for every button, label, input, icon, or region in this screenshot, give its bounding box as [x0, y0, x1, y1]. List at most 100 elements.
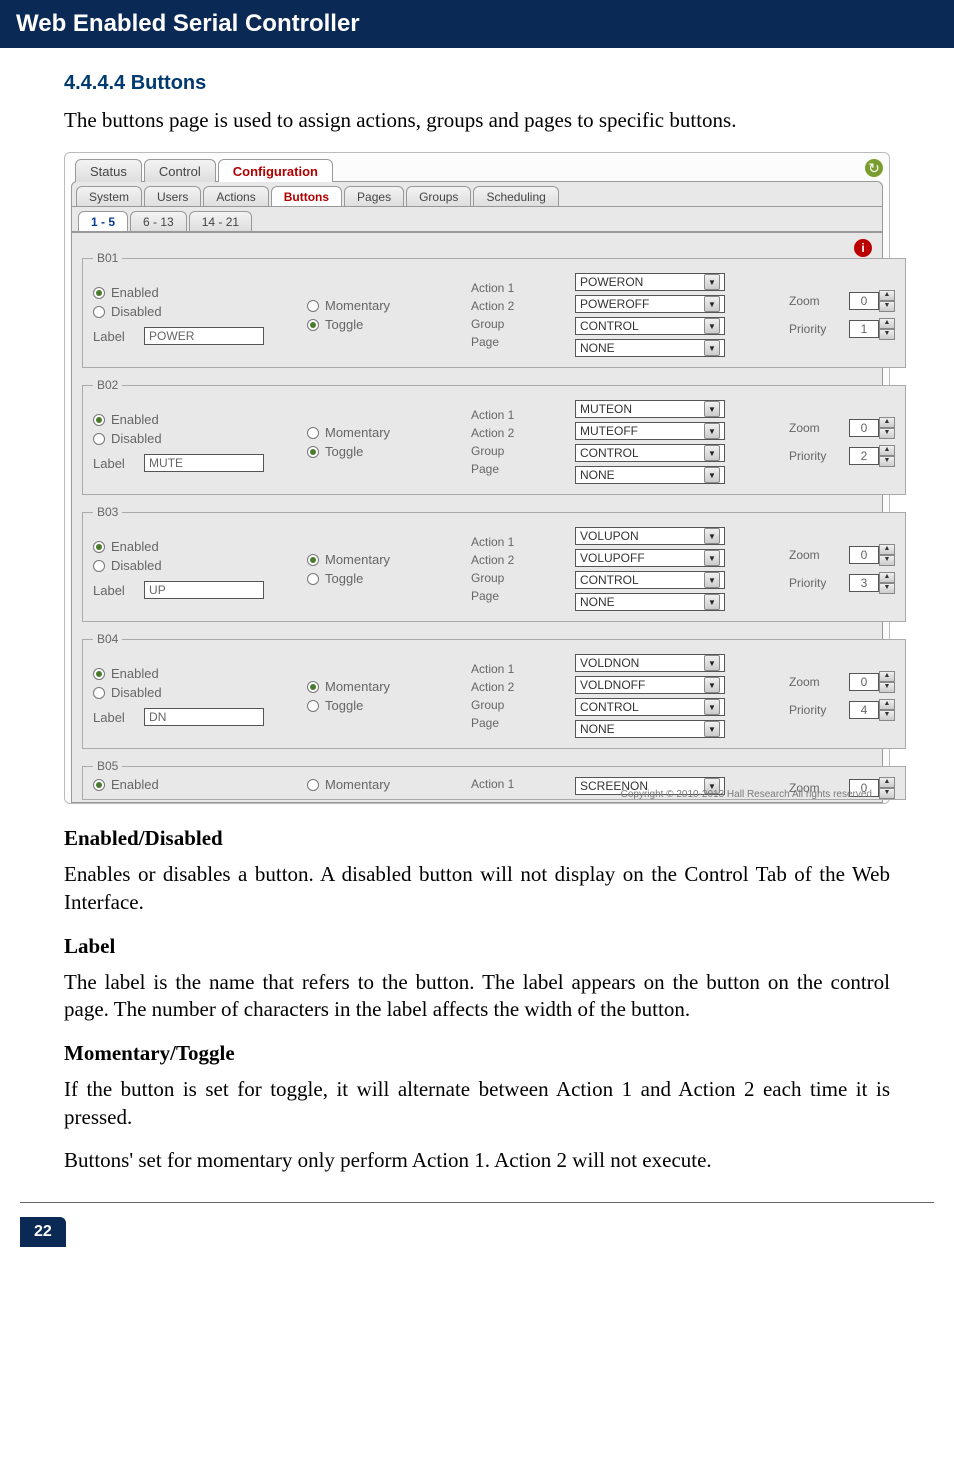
- label-label: Label: [93, 329, 125, 344]
- b04-page-select[interactable]: NONE▼: [575, 720, 725, 738]
- b02-action2-select[interactable]: MUTEOFF▼: [575, 422, 725, 440]
- tab-pages[interactable]: Pages: [344, 186, 404, 206]
- action2-label: Action 2: [471, 680, 561, 694]
- b04-disabled-radio[interactable]: Disabled: [93, 685, 293, 700]
- b02-disabled-radio[interactable]: Disabled: [93, 431, 293, 446]
- tab-system[interactable]: System: [76, 186, 142, 206]
- b05-enabled-radio[interactable]: Enabled: [93, 777, 293, 792]
- b03-action2-select[interactable]: VOLUPOFF▼: [575, 549, 725, 567]
- b01-action1-select[interactable]: POWERON ▼: [575, 273, 725, 291]
- zoom-label: Zoom: [789, 421, 839, 435]
- config-screenshot: ↻ Status Control Configuration System Us…: [64, 152, 890, 804]
- chevron-down-icon: ▼: [704, 699, 720, 715]
- b01-action2-select[interactable]: POWEROFF▼: [575, 295, 725, 313]
- b03-enabled-radio[interactable]: Enabled: [93, 539, 293, 554]
- chevron-down-icon: ▼: [704, 423, 720, 439]
- tab-configuration[interactable]: Configuration: [218, 159, 333, 182]
- b01-toggle-radio[interactable]: Toggle: [307, 317, 457, 332]
- disabled-label: Disabled: [111, 685, 162, 700]
- chevron-down-icon: ▼: [704, 296, 720, 312]
- sub-tab-row: System Users Actions Buttons Pages Group…: [71, 181, 883, 206]
- b02-momentary-radio[interactable]: Momentary: [307, 425, 457, 440]
- chevron-down-icon: ▼: [704, 274, 720, 290]
- b03-page-select[interactable]: NONE▼: [575, 593, 725, 611]
- tab-users[interactable]: Users: [144, 186, 201, 206]
- enabled-label: Enabled: [111, 777, 159, 792]
- b03-toggle-radio[interactable]: Toggle: [307, 571, 457, 586]
- b05-momentary-radio[interactable]: Momentary: [307, 777, 457, 792]
- b01-zoom-stepper[interactable]: 0▲▼: [849, 290, 895, 312]
- tab-groups[interactable]: Groups: [406, 186, 471, 206]
- tab-scheduling[interactable]: Scheduling: [473, 186, 558, 206]
- tab-pages-label: Pages: [357, 190, 391, 204]
- tab-status-label: Status: [90, 164, 127, 179]
- group-label: Group: [471, 317, 561, 331]
- b01-enabled-radio[interactable]: Enabled: [93, 285, 293, 300]
- stepper-up-icon: ▲: [879, 777, 895, 788]
- b01-group-select[interactable]: CONTROL▼: [575, 317, 725, 335]
- enabled-label: Enabled: [111, 285, 159, 300]
- b02-action1-select[interactable]: MUTEON▼: [575, 400, 725, 418]
- stepper-down-icon: ▼: [879, 682, 895, 693]
- copyright-text: Copyright © 2010-2013 Hall Research All …: [621, 789, 872, 800]
- b02-group-value: CONTROL: [580, 446, 639, 460]
- enabled-paragraph: Enables or disables a button. A disabled…: [64, 861, 890, 916]
- stepper-down-icon: ▼: [879, 583, 895, 594]
- label-label: Label: [93, 456, 125, 471]
- tab-buttons[interactable]: Buttons: [271, 186, 342, 206]
- b03-disabled-radio[interactable]: Disabled: [93, 558, 293, 573]
- b01-momentary-radio[interactable]: Momentary: [307, 298, 457, 313]
- b04-label-input[interactable]: DN: [144, 708, 264, 726]
- b04-action1-select[interactable]: VOLDNON▼: [575, 654, 725, 672]
- b03-action1-select[interactable]: VOLUPON▼: [575, 527, 725, 545]
- b04-action1-value: VOLDNON: [580, 656, 639, 670]
- radio-icon: [307, 427, 319, 439]
- b02-enabled-radio[interactable]: Enabled: [93, 412, 293, 427]
- b04-group-select[interactable]: CONTROL▼: [575, 698, 725, 716]
- b04-zoom-stepper[interactable]: 0▲▼: [849, 671, 895, 693]
- b01-page-value: NONE: [580, 341, 615, 355]
- chevron-down-icon: ▼: [704, 594, 720, 610]
- b03-group-select[interactable]: CONTROL▼: [575, 571, 725, 589]
- b04-enabled-radio[interactable]: Enabled: [93, 666, 293, 681]
- disabled-label: Disabled: [111, 304, 162, 319]
- b01-action1-value: POWERON: [580, 275, 643, 289]
- b02-priority-stepper[interactable]: 2▲▼: [849, 445, 895, 467]
- b02-label-input[interactable]: MUTE: [144, 454, 264, 472]
- b04-toggle-radio[interactable]: Toggle: [307, 698, 457, 713]
- b03-action1-value: VOLUPON: [580, 529, 639, 543]
- b01-priority-stepper[interactable]: 1▲▼: [849, 318, 895, 340]
- b02-zoom-stepper[interactable]: 0▲▼: [849, 417, 895, 439]
- b01-label-input[interactable]: POWER: [144, 327, 264, 345]
- tab-range-14-21[interactable]: 14 - 21: [189, 211, 252, 231]
- b01-disabled-radio[interactable]: Disabled: [93, 304, 293, 319]
- b04-momentary-radio[interactable]: Momentary: [307, 679, 457, 694]
- b03-label-input[interactable]: UP: [144, 581, 264, 599]
- b01-page-select[interactable]: NONE▼: [575, 339, 725, 357]
- tab-range-1-5[interactable]: 1 - 5: [78, 211, 128, 231]
- radio-icon: [93, 287, 105, 299]
- tab-control-label: Control: [159, 164, 201, 179]
- group-label: Group: [471, 444, 561, 458]
- tab-control[interactable]: Control: [144, 159, 216, 182]
- radio-icon: [93, 306, 105, 318]
- b01-priority-value: 1: [849, 320, 879, 338]
- stepper-down-icon: ▼: [879, 428, 895, 439]
- b03-momentary-radio[interactable]: Momentary: [307, 552, 457, 567]
- b04-action2-select[interactable]: VOLDNOFF▼: [575, 676, 725, 694]
- b02-page-select[interactable]: NONE▼: [575, 466, 725, 484]
- footer: 22: [20, 1217, 890, 1247]
- b02-group-select[interactable]: CONTROL▼: [575, 444, 725, 462]
- tab-actions[interactable]: Actions: [203, 186, 268, 206]
- tab-range-6-13[interactable]: 6 - 13: [130, 211, 187, 231]
- toggle-paragraph-1: If the button is set for toggle, it will…: [64, 1076, 890, 1131]
- b02-toggle-radio[interactable]: Toggle: [307, 444, 457, 459]
- group-b02: B02 Enabled Disabled Label MUTE Momentar…: [82, 378, 906, 495]
- toggle-heading: Momentary/Toggle: [64, 1041, 890, 1066]
- enabled-label: Enabled: [111, 412, 159, 427]
- label-heading: Label: [64, 934, 890, 959]
- b04-priority-stepper[interactable]: 4▲▼: [849, 699, 895, 721]
- tab-status[interactable]: Status: [75, 159, 142, 182]
- b03-priority-stepper[interactable]: 3▲▼: [849, 572, 895, 594]
- b03-zoom-stepper[interactable]: 0▲▼: [849, 544, 895, 566]
